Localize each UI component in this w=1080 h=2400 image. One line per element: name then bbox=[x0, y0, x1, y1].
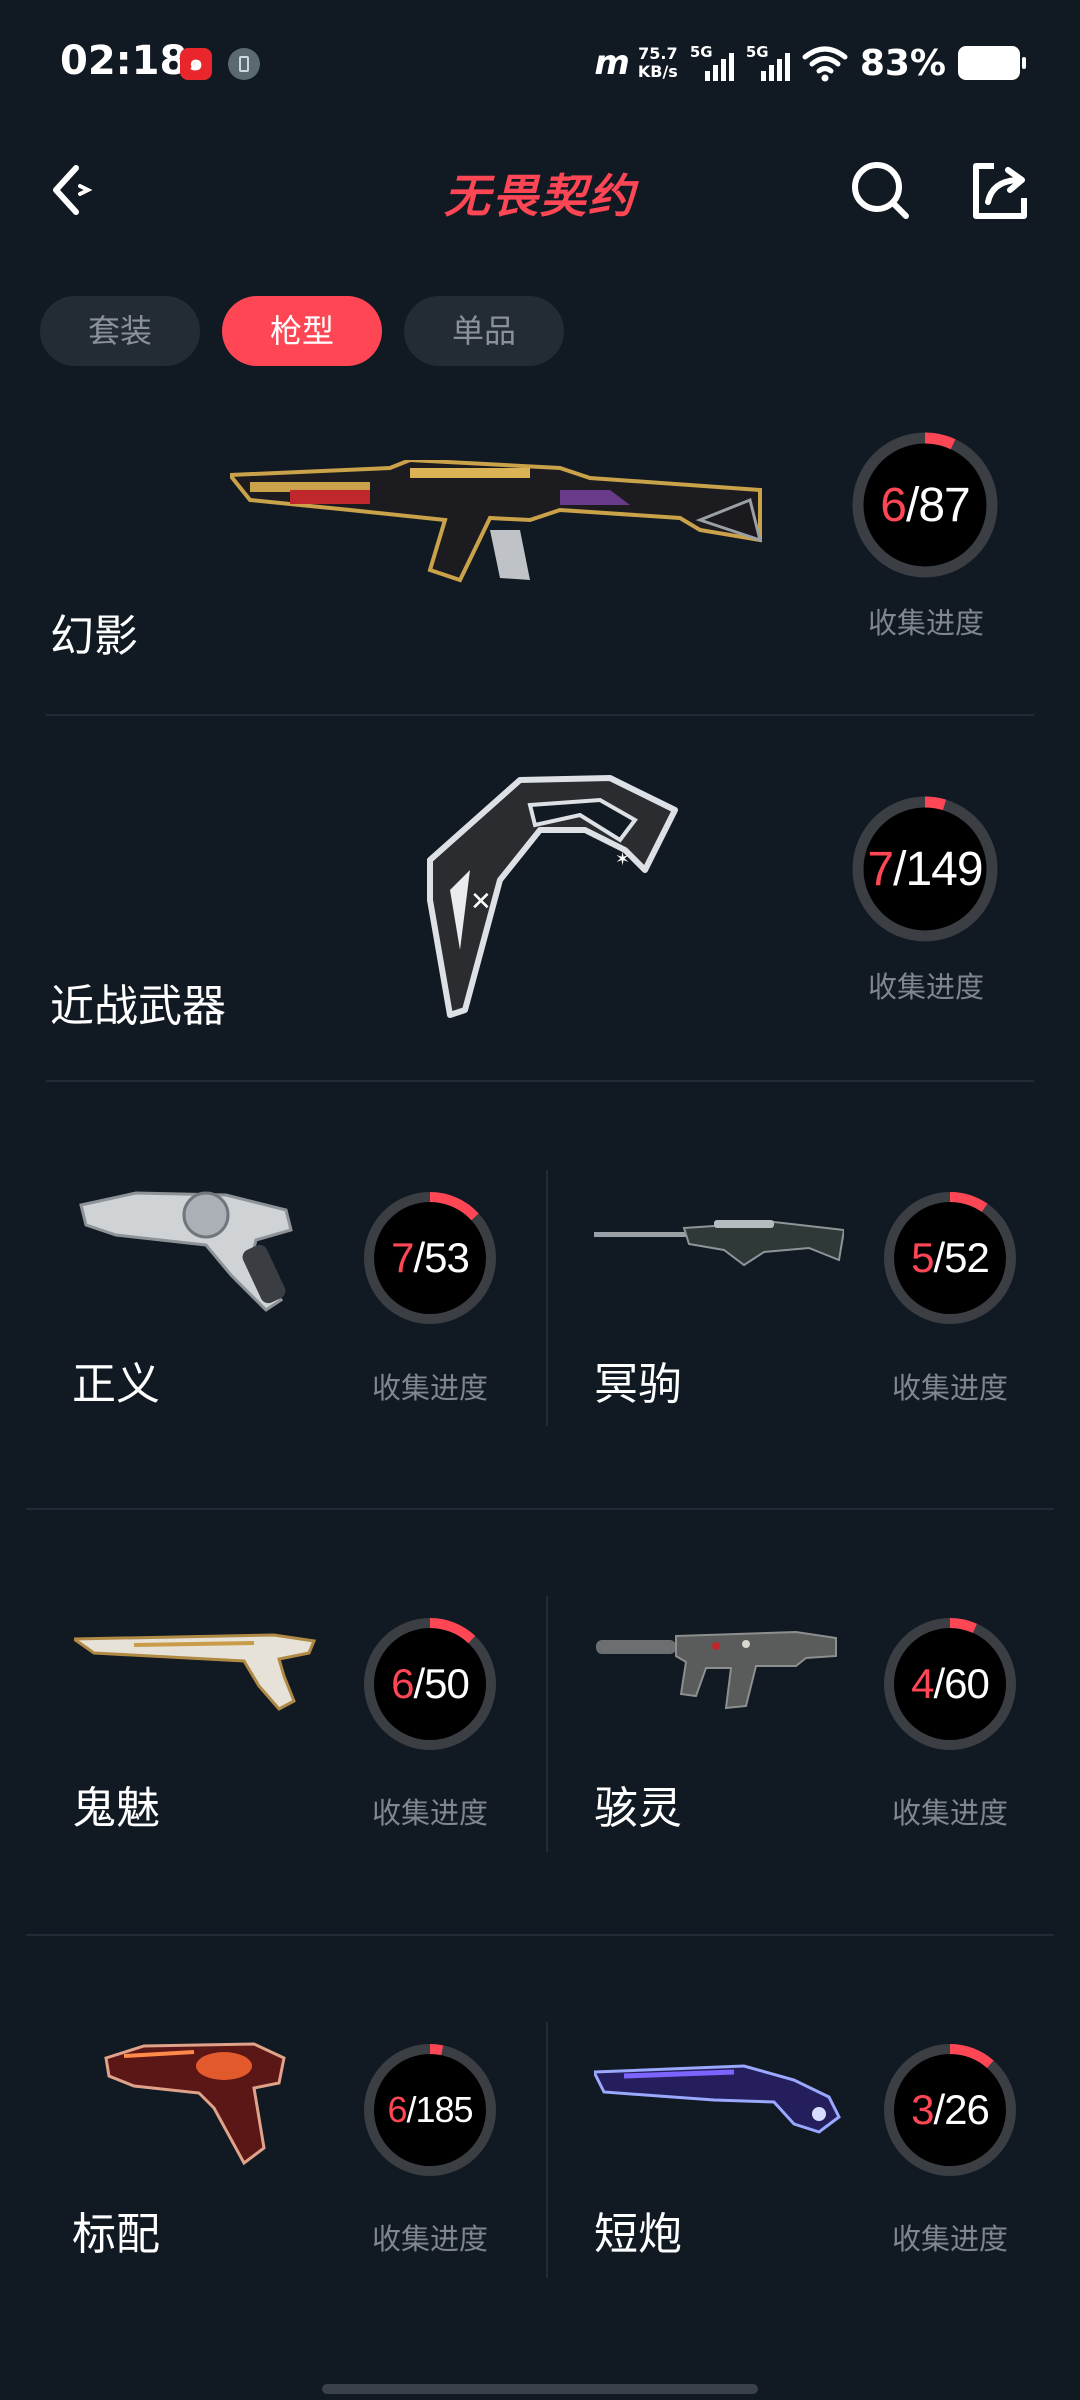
progress-label: 收集进度 bbox=[868, 606, 985, 640]
total-count: 53 bbox=[424, 1234, 470, 1281]
collection-progress-ring: 7/149 bbox=[850, 794, 1000, 944]
netease-music-icon: ๑ bbox=[180, 48, 212, 80]
category-tabs: 套装 枪型 单品 bbox=[40, 296, 564, 366]
progress-label: 收集进度 bbox=[372, 2222, 489, 2256]
tab-suits[interactable]: 套装 bbox=[40, 296, 200, 366]
total-count: 26 bbox=[944, 2086, 990, 2133]
weapon-card-shorty[interactable]: 短炮 3/26 收集进度 bbox=[540, 2012, 1080, 2302]
svg-text:✕: ✕ bbox=[470, 887, 492, 917]
weapon-name: 近战武器 bbox=[50, 981, 226, 1032]
progress-label: 收集进度 bbox=[892, 1371, 1009, 1405]
weapon-name: 鬼魅 bbox=[72, 1783, 160, 1834]
divider bbox=[46, 714, 1034, 716]
collected-count: 7 bbox=[867, 842, 894, 896]
total-count: 50 bbox=[424, 1660, 470, 1707]
home-indicator[interactable] bbox=[322, 2384, 758, 2394]
weapon-card-spectre[interactable]: 骇灵 4/60 收集进度 bbox=[540, 1586, 1080, 1876]
melee-knife-image: ✕ ✶ bbox=[427, 775, 678, 1018]
svg-text:✶: ✶ bbox=[615, 849, 630, 870]
search-icon[interactable] bbox=[848, 158, 912, 222]
phantom-rifle-image bbox=[230, 460, 763, 583]
weapon-card-marshal[interactable]: 冥驹 5/52 收集进度 bbox=[540, 1160, 1080, 1450]
classic-pistol-image bbox=[104, 2042, 286, 2166]
collection-progress-ring: 6/50 bbox=[362, 1616, 498, 1752]
signal-sim2-icon: 5G bbox=[746, 43, 790, 83]
app-header: 无畏契约 bbox=[0, 140, 1080, 240]
weapon-card-phantom[interactable]: 幻影 6/87 收集进度 bbox=[0, 420, 1080, 710]
progress-label: 收集进度 bbox=[372, 1796, 489, 1830]
divider bbox=[26, 1508, 1054, 1510]
status-icons: m 75.7 KB/s 5G 5G 83% bbox=[594, 38, 1026, 88]
divider bbox=[26, 1934, 1054, 1936]
collection-progress-ring: 5/52 bbox=[882, 1190, 1018, 1326]
weapon-card-classic[interactable]: 标配 6/185 收集进度 bbox=[0, 2012, 540, 2302]
battery-percent: 83% bbox=[859, 42, 946, 84]
collected-count: 7 bbox=[391, 1234, 414, 1281]
progress-label: 收集进度 bbox=[892, 1796, 1009, 1830]
tab-single-items[interactable]: 单品 bbox=[404, 296, 564, 366]
total-count: 87 bbox=[918, 478, 970, 532]
collection-progress-ring: 4/60 bbox=[882, 1616, 1018, 1752]
collected-count: 6 bbox=[391, 1660, 414, 1707]
divider bbox=[46, 1080, 1034, 1082]
share-icon[interactable] bbox=[968, 158, 1032, 222]
weapon-name: 幻影 bbox=[50, 611, 138, 662]
weapon-name: 冥驹 bbox=[594, 1359, 682, 1410]
marshal-sniper-image bbox=[594, 1220, 844, 1267]
clock: 02:18 bbox=[60, 38, 188, 84]
status-bar: 02:18 ๑ m 75.7 KB/s 5G 5G 83% bbox=[0, 0, 1080, 130]
collected-count: 3 bbox=[911, 2086, 934, 2133]
sheriff-pistol-image bbox=[79, 1191, 293, 1312]
collection-progress-ring: 6/185 bbox=[362, 2042, 498, 2178]
weapon-name: 短炮 bbox=[594, 2209, 682, 2260]
weapon-card-sheriff[interactable]: 正义 7/53 收集进度 bbox=[0, 1160, 540, 1450]
total-count: 52 bbox=[944, 1234, 990, 1281]
progress-label: 收集进度 bbox=[372, 1371, 489, 1405]
collected-count: 4 bbox=[911, 1660, 934, 1707]
battery-icon bbox=[958, 46, 1026, 80]
signal-sim1-icon: 5G bbox=[690, 43, 734, 83]
collected-count: 6 bbox=[880, 478, 907, 532]
wifi-icon bbox=[802, 46, 848, 82]
page-title: 无畏契约 bbox=[444, 169, 636, 223]
total-count: 149 bbox=[905, 842, 983, 896]
collection-progress-ring: 7/53 bbox=[362, 1190, 498, 1326]
progress-label: 收集进度 bbox=[892, 2222, 1009, 2256]
collection-progress-ring: 6/87 bbox=[850, 430, 1000, 580]
collected-count: 6 bbox=[387, 2089, 407, 2130]
collected-count: 5 bbox=[911, 1234, 934, 1281]
shorty-shotgun-image bbox=[594, 2064, 841, 2134]
total-count: 60 bbox=[944, 1660, 990, 1707]
weapon-card-melee[interactable]: ✕ ✶ 近战武器 7/149 收集进度 bbox=[0, 740, 1080, 1070]
spectre-smg-image bbox=[596, 1630, 837, 1710]
weapon-name: 标配 bbox=[72, 2209, 160, 2260]
net-speed: 75.7 KB/s bbox=[637, 44, 678, 81]
collection-progress-ring: 3/26 bbox=[882, 2042, 1018, 2178]
carrier-logo-icon: m bbox=[594, 43, 629, 83]
ghost-pistol-image bbox=[74, 1633, 317, 1711]
total-count: 185 bbox=[415, 2089, 473, 2130]
weapon-name: 骇灵 bbox=[594, 1783, 682, 1834]
weapon-name: 正义 bbox=[72, 1359, 160, 1410]
progress-label: 收集进度 bbox=[868, 970, 985, 1004]
phone-manager-icon bbox=[228, 48, 260, 80]
weapon-card-ghost[interactable]: 鬼魅 6/50 收集进度 bbox=[0, 1586, 540, 1876]
tab-weapon-types[interactable]: 枪型 bbox=[222, 296, 382, 366]
